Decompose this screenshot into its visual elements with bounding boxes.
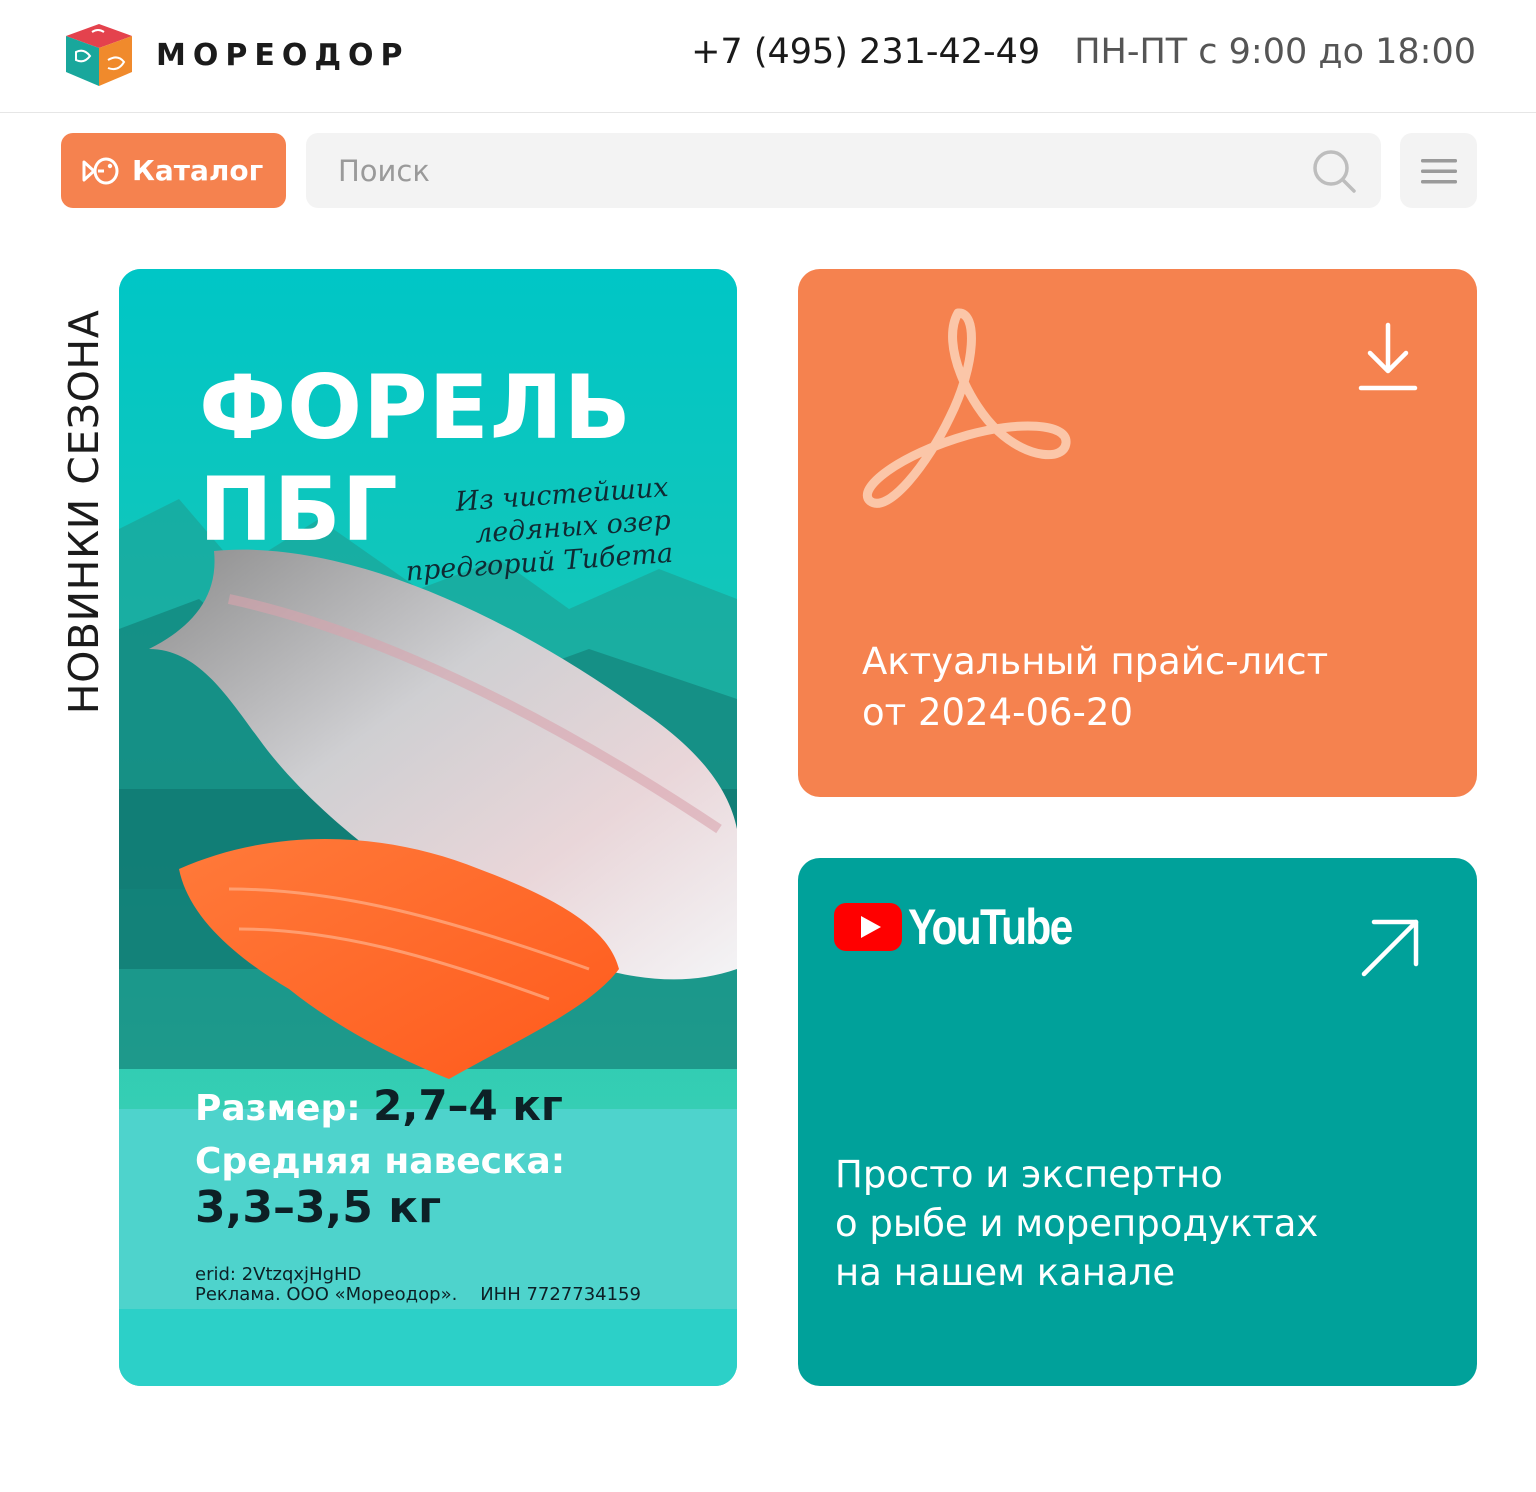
promo-banner[interactable]: ФОРЕЛЬ ПБГ Из чистейших ледяных озер пре… bbox=[119, 269, 737, 1386]
pdf-icon bbox=[862, 308, 1071, 508]
search-bar bbox=[306, 133, 1381, 208]
fish-icon bbox=[82, 157, 119, 184]
search-icon[interactable] bbox=[1311, 148, 1357, 194]
hamburger-icon bbox=[1420, 158, 1457, 183]
promo-legal: erid: 2VtzqxjHgHD Реклама. ООО «Мореодор… bbox=[195, 1265, 641, 1305]
catalog-button[interactable]: Каталог bbox=[61, 133, 286, 208]
search-input[interactable] bbox=[306, 133, 1286, 208]
download-icon[interactable] bbox=[1358, 321, 1418, 395]
promo-size: Размер: 2,7–4 кг bbox=[195, 1081, 563, 1130]
promo-subtitle: Из чистейших ледяных озер предгорий Тибе… bbox=[404, 472, 675, 588]
promo-erid: erid: 2VtzqxjHgHD bbox=[195, 1264, 362, 1285]
logo[interactable]: МОРЕОДОР bbox=[62, 22, 410, 88]
promo-legal-text: Реклама. ООО «Мореодор». ИНН 7727734159 bbox=[195, 1284, 641, 1305]
catalog-label: Каталог bbox=[132, 154, 264, 187]
youtube-card-text: Просто и экспертно о рыбе и морепродукта… bbox=[835, 1150, 1318, 1297]
price-list-date: от 2024-06-20 bbox=[862, 691, 1133, 734]
youtube-text-line1: Просто и экспертно bbox=[835, 1153, 1223, 1196]
phone-link[interactable]: +7 (495) 231-42-49 bbox=[691, 32, 1040, 72]
working-hours: ПН-ПТ с 9:00 до 18:00 bbox=[1074, 32, 1476, 72]
price-list-title: Актуальный прайс-лист bbox=[862, 640, 1329, 683]
youtube-wordmark: YouTube bbox=[908, 899, 1073, 955]
season-label-text: НОВИНКИ СЕЗОНА bbox=[60, 309, 108, 715]
youtube-logo: YouTube bbox=[834, 898, 1100, 956]
menu-button[interactable] bbox=[1400, 133, 1477, 208]
season-section-label: НОВИНКИ СЕЗОНА bbox=[55, 292, 113, 732]
youtube-play-icon bbox=[834, 903, 902, 951]
promo-avg-label: Средняя навеска: bbox=[195, 1141, 566, 1182]
youtube-text-line3: на нашем канале bbox=[835, 1251, 1176, 1294]
site-header: МОРЕОДОР +7 (495) 231-42-49 ПН-ПТ с 9:00… bbox=[0, 0, 1536, 113]
youtube-text-line2: о рыбе и морепродуктах bbox=[835, 1202, 1319, 1245]
contact-info: +7 (495) 231-42-49 ПН-ПТ с 9:00 до 18:00 bbox=[691, 32, 1476, 72]
arrow-up-right-icon[interactable] bbox=[1358, 916, 1422, 980]
promo-avg-value: 3,3–3,5 кг bbox=[195, 1182, 442, 1233]
logo-icon bbox=[66, 24, 132, 86]
youtube-card[interactable]: YouTube Просто и экспертно о рыбе и море… bbox=[798, 858, 1477, 1386]
promo-size-label: Размер: bbox=[195, 1088, 361, 1129]
price-list-text: Актуальный прайс-лист от 2024-06-20 bbox=[862, 636, 1328, 738]
brand-name: МОРЕОДОР bbox=[156, 37, 410, 73]
promo-title-line1: ФОРЕЛЬ bbox=[199, 356, 632, 459]
price-list-card[interactable]: Актуальный прайс-лист от 2024-06-20 bbox=[798, 269, 1477, 797]
promo-size-value: 2,7–4 кг bbox=[373, 1081, 563, 1130]
